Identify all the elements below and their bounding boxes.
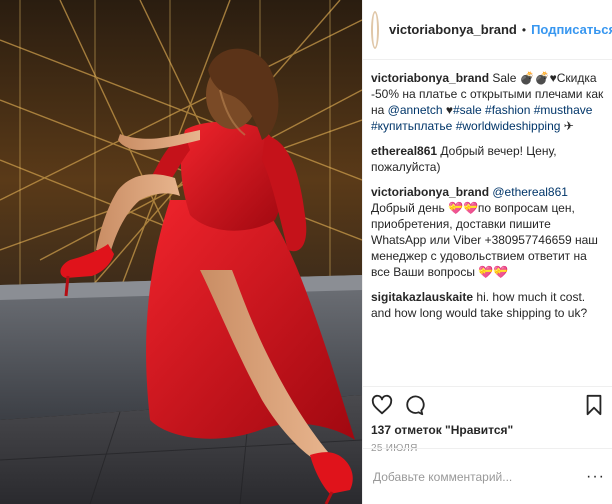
photo-illustration <box>0 0 362 504</box>
comment: ethereal861 Добрый вечер! Цену, пожалуйс… <box>371 143 604 175</box>
header-separator: • <box>521 22 527 37</box>
likes-count[interactable]: 137 отметок "Нравится" <box>369 423 607 437</box>
comment-username[interactable]: victoriabonya_brand <box>371 71 489 85</box>
hashtag-link[interactable]: #fashion <box>485 103 530 117</box>
mention-link[interactable]: @annetch <box>388 103 443 117</box>
comment-icon[interactable] <box>401 392 427 418</box>
comment-username[interactable]: sigitakazlauskaite <box>371 290 473 304</box>
add-comment-bar: ··· <box>363 448 612 504</box>
more-options-icon[interactable]: ··· <box>586 468 605 486</box>
comment-text: Добрый день 💝💝по вопросам цен, приобрете… <box>371 201 598 279</box>
follow-button[interactable]: Подписаться <box>531 22 612 37</box>
comment-username[interactable]: victoriabonya_brand <box>371 185 489 199</box>
instagram-post: victoriabonya_brand • Подписаться victor… <box>0 0 612 504</box>
heart-icon[interactable] <box>369 392 395 418</box>
bookmark-icon[interactable] <box>581 392 607 418</box>
post-actions: 137 отметок "Нравится" 25 ИЮЛЯ <box>363 386 612 454</box>
comment-username[interactable]: ethereal861 <box>371 144 437 158</box>
action-icons <box>369 387 607 423</box>
post-photo[interactable] <box>0 0 362 504</box>
post-sidebar: victoriabonya_brand • Подписаться victor… <box>362 0 612 504</box>
hashtag-link[interactable]: #купитьплатье <box>371 119 452 133</box>
avatar[interactable] <box>371 10 379 49</box>
comment: victoriabonya_brand @ethereal861 Добрый … <box>371 184 604 280</box>
mention-link[interactable]: @ethereal861 <box>492 185 568 199</box>
hashtag-link[interactable]: #musthave <box>534 103 593 117</box>
comments-list: victoriabonya_brand Sale 💣💣♥Скидка -50% … <box>363 60 612 386</box>
comment: victoriabonya_brand Sale 💣💣♥Скидка -50% … <box>371 70 604 134</box>
hashtag-link[interactable]: #worldwideshipping <box>456 119 561 133</box>
hashtag-link[interactable]: #sale <box>453 103 482 117</box>
comment-text: ✈ <box>560 119 574 133</box>
comment-text: ♥ <box>442 103 453 117</box>
header-username[interactable]: victoriabonya_brand <box>389 22 517 37</box>
comment: sigitakazlauskaite hi. how much it cost.… <box>371 289 604 321</box>
post-header: victoriabonya_brand • Подписаться <box>363 0 612 60</box>
add-comment-input[interactable] <box>371 468 575 485</box>
